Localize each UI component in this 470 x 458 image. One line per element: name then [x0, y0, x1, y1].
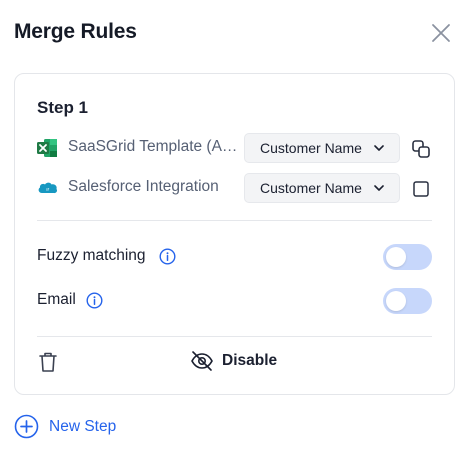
- trash-icon[interactable]: [37, 350, 59, 374]
- option-label: Email: [37, 291, 76, 308]
- source-row-saasgrid: SaaSGrid Template (A… Customer Name: [37, 133, 437, 163]
- close-icon: [432, 24, 450, 42]
- step-card: Step 1 SaaSGrid Template (A… Customer Na…: [14, 73, 455, 395]
- option-email: Email: [37, 288, 432, 314]
- disable-button[interactable]: Disable: [190, 348, 290, 376]
- email-toggle[interactable]: [383, 288, 432, 314]
- divider: [37, 336, 432, 337]
- excel-icon: [37, 139, 57, 157]
- info-icon[interactable]: [86, 292, 103, 309]
- toggle-knob: [386, 291, 406, 311]
- page-title: Merge Rules: [14, 20, 137, 43]
- copy-icon[interactable]: [411, 139, 431, 159]
- source-name: Salesforce Integration: [68, 178, 219, 195]
- salesforce-icon: sf: [38, 182, 58, 194]
- option-fuzzy-matching: Fuzzy matching: [37, 244, 432, 270]
- step-title: Step 1: [37, 98, 89, 117]
- new-step-button[interactable]: New Step: [14, 413, 134, 441]
- option-label: Fuzzy matching: [37, 247, 146, 264]
- info-icon[interactable]: [159, 248, 176, 265]
- source-name: SaaSGrid Template (A…: [68, 138, 238, 155]
- eye-off-icon: [191, 351, 213, 371]
- toggle-knob: [386, 247, 406, 267]
- plus-circle-icon: [14, 414, 39, 439]
- field-select-value: Customer Name: [260, 140, 362, 156]
- field-select[interactable]: Customer Name: [244, 173, 400, 203]
- chevron-down-icon: [374, 185, 384, 191]
- chevron-down-icon: [374, 145, 384, 151]
- field-select[interactable]: Customer Name: [244, 133, 400, 163]
- new-step-label: New Step: [49, 418, 117, 435]
- fuzzy-matching-toggle[interactable]: [383, 244, 432, 270]
- close-button[interactable]: [428, 20, 454, 46]
- divider: [37, 220, 432, 221]
- checkbox[interactable]: [411, 179, 431, 199]
- disable-label: Disable: [222, 352, 278, 369]
- source-row-salesforce: sf Salesforce Integration Customer Name: [37, 173, 437, 203]
- field-select-value: Customer Name: [260, 180, 362, 196]
